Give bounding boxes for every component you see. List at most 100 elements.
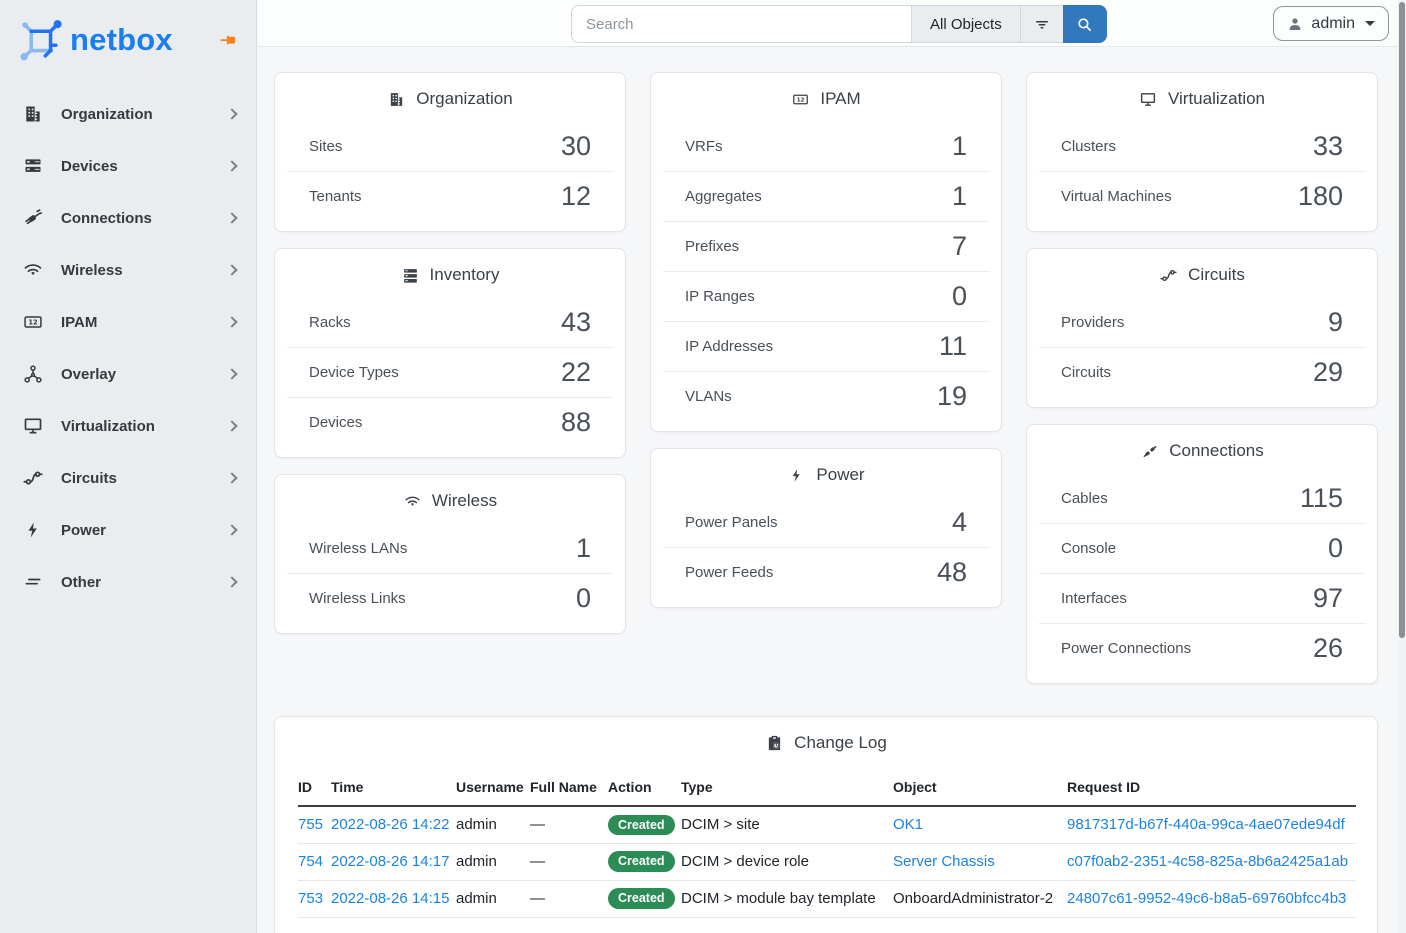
sidebar-item-connections[interactable]: Connections [0, 192, 256, 244]
main-area: All Objects admin O [258, 0, 1406, 933]
bolt-icon [22, 519, 44, 541]
changelog-username: admin [456, 890, 497, 907]
user-menu-button[interactable]: admin [1273, 6, 1389, 41]
changelog-object-link[interactable]: OK1 [893, 816, 923, 833]
changelog-type: DCIM > module bay template [681, 890, 876, 907]
caret-down-icon [1365, 21, 1375, 26]
netbox-logo-text: netbox [70, 22, 173, 58]
sidebar-item-devices[interactable]: Devices [0, 140, 256, 192]
col-header-time: Time [331, 771, 456, 806]
sidebar-item-power[interactable]: Power [0, 504, 256, 556]
counter-icon: 12 [22, 311, 44, 333]
status-badge: Created [608, 851, 675, 872]
sidebar-item-organization[interactable]: Organization [0, 88, 256, 140]
sidebar-item-label: Wireless [61, 262, 211, 279]
card-virtualization: Virtualization Clusters 33 Virtual Machi… [1026, 72, 1378, 232]
stat-list: Clusters 33 Virtual Machines 180 [1039, 119, 1365, 231]
pin-sidebar-button[interactable] [214, 27, 242, 53]
changelog-request-id-link[interactable]: c07f0ab2-2351-4c58-825a-8b6a2425a1ab [1067, 853, 1348, 870]
changelog-request-id-link[interactable]: 24807c61-9952-49c6-b8a5-69760bfcc4b3 [1067, 890, 1346, 907]
stat-row-clusters[interactable]: Clusters 33 [1039, 121, 1365, 171]
col-header-full-name: Full Name [530, 771, 608, 806]
stat-row-tenants[interactable]: Tenants 12 [287, 171, 613, 221]
card-connections-title: Connections [1027, 425, 1377, 471]
cable-icon [1140, 442, 1159, 461]
stat-row-virtual-machines[interactable]: Virtual Machines 180 [1039, 171, 1365, 221]
building-icon [387, 90, 406, 109]
server-icon [401, 266, 420, 285]
sidebar-item-virtualization[interactable]: Virtualization [0, 400, 256, 452]
stat-row-ip-addresses[interactable]: IP Addresses 11 [663, 321, 989, 371]
stat-row-aggregates[interactable]: Aggregates 1 [663, 171, 989, 221]
card-power-title: Power [651, 449, 1001, 495]
changelog-time-link[interactable]: 2022-08-26 14:15 [331, 890, 449, 907]
changelog-request-id-link[interactable]: 9817317d-b67f-440a-99ca-4ae07ede94df [1067, 816, 1345, 833]
topbar: All Objects admin [258, 0, 1406, 47]
stat-row-prefixes[interactable]: Prefixes 7 [663, 221, 989, 271]
server-icon [22, 155, 44, 177]
stat-row-providers[interactable]: Providers 9 [1039, 297, 1365, 347]
card-wireless: Wireless Wireless LANs 1 Wireless Links … [274, 474, 626, 634]
sidebar-item-circuits[interactable]: Circuits [0, 452, 256, 504]
vertical-scrollbar[interactable] [1398, 0, 1406, 933]
stat-row-power-connections[interactable]: Power Connections 26 [1039, 623, 1365, 673]
chevron-right-icon [226, 472, 237, 483]
card-inventory-title: Inventory [275, 249, 625, 295]
stat-row-devices[interactable]: Devices 88 [287, 397, 613, 447]
changelog-id-link[interactable]: 753 [298, 890, 323, 907]
search-button[interactable] [1063, 5, 1107, 43]
status-badge: Created [608, 888, 675, 909]
stat-row-sites[interactable]: Sites 30 [287, 121, 613, 171]
stat-list: Power Panels 4 Power Feeds 48 [663, 495, 989, 607]
stat-row-circuits[interactable]: Circuits 29 [1039, 347, 1365, 397]
stat-row-wireless-lans[interactable]: Wireless LANs 1 [287, 523, 613, 573]
bolt-icon [787, 466, 806, 485]
sidebar-item-overlay[interactable]: Overlay [0, 348, 256, 400]
changelog-object-link[interactable]: Server Chassis [893, 853, 995, 870]
transit-connection-icon [22, 467, 44, 489]
stat-list: Sites 30 Tenants 12 [287, 119, 613, 231]
changelog-id-link[interactable]: 755 [298, 816, 323, 833]
column-1: Organization Sites 30 Tenants 12 [274, 72, 626, 684]
stat-row-console[interactable]: Console 0 [1039, 523, 1365, 573]
filter-button[interactable] [1020, 5, 1063, 43]
changelog-username: admin [456, 853, 497, 870]
stat-row-vlans[interactable]: VLANs 19 [663, 371, 989, 421]
stat-row-vrfs[interactable]: VRFs 1 [663, 121, 989, 171]
stat-row-cables[interactable]: Cables 115 [1039, 473, 1365, 523]
person-icon [1287, 16, 1303, 32]
changelog-full-name: — [530, 853, 545, 870]
sidebar-item-ipam[interactable]: 12 IPAM [0, 296, 256, 348]
stat-list: Wireless LANs 1 Wireless Links 0 [287, 521, 613, 633]
sidebar-item-label: IPAM [61, 314, 211, 331]
sidebar-item-wireless[interactable]: Wireless [0, 244, 256, 296]
changelog-type: DCIM > device role [681, 853, 809, 870]
stat-row-wireless-links[interactable]: Wireless Links 0 [287, 573, 613, 623]
netbox-logo[interactable]: netbox [18, 19, 173, 61]
scrollbar-thumb[interactable] [1399, 2, 1405, 638]
chevron-right-icon [226, 316, 237, 327]
card-grid: Organization Sites 30 Tenants 12 [274, 72, 1398, 684]
sidebar-item-label: Overlay [61, 366, 211, 383]
column-3: Virtualization Clusters 33 Virtual Machi… [1026, 72, 1378, 684]
stat-row-ip-ranges[interactable]: IP Ranges 0 [663, 271, 989, 321]
search-scope-button[interactable]: All Objects [911, 5, 1020, 43]
changelog-time-link[interactable]: 2022-08-26 14:17 [331, 853, 449, 870]
search-input[interactable] [571, 5, 911, 43]
stat-row-power-feeds[interactable]: Power Feeds 48 [663, 547, 989, 597]
changelog-time-link[interactable]: 2022-08-26 14:22 [331, 816, 449, 833]
search-group: All Objects [571, 5, 1107, 43]
sidebar-item-label: Organization [61, 106, 211, 123]
card-ipam-title: 12 IPAM [651, 73, 1001, 119]
stat-row-device-types[interactable]: Device Types 22 [287, 347, 613, 397]
stat-row-racks[interactable]: Racks 43 [287, 297, 613, 347]
changelog-id-link[interactable]: 754 [298, 853, 323, 870]
pin-icon [218, 31, 238, 49]
chevron-right-icon [226, 576, 237, 587]
counter-icon: 12 [791, 90, 810, 109]
stat-row-interfaces[interactable]: Interfaces 97 [1039, 573, 1365, 623]
card-inventory: Inventory Racks 43 Device Types 22 Devic… [274, 248, 626, 458]
sidebar-item-other[interactable]: Other [0, 556, 256, 608]
changelog-object-text: OnboardAdministrator-2 [893, 890, 1053, 907]
stat-row-power-panels[interactable]: Power Panels 4 [663, 497, 989, 547]
